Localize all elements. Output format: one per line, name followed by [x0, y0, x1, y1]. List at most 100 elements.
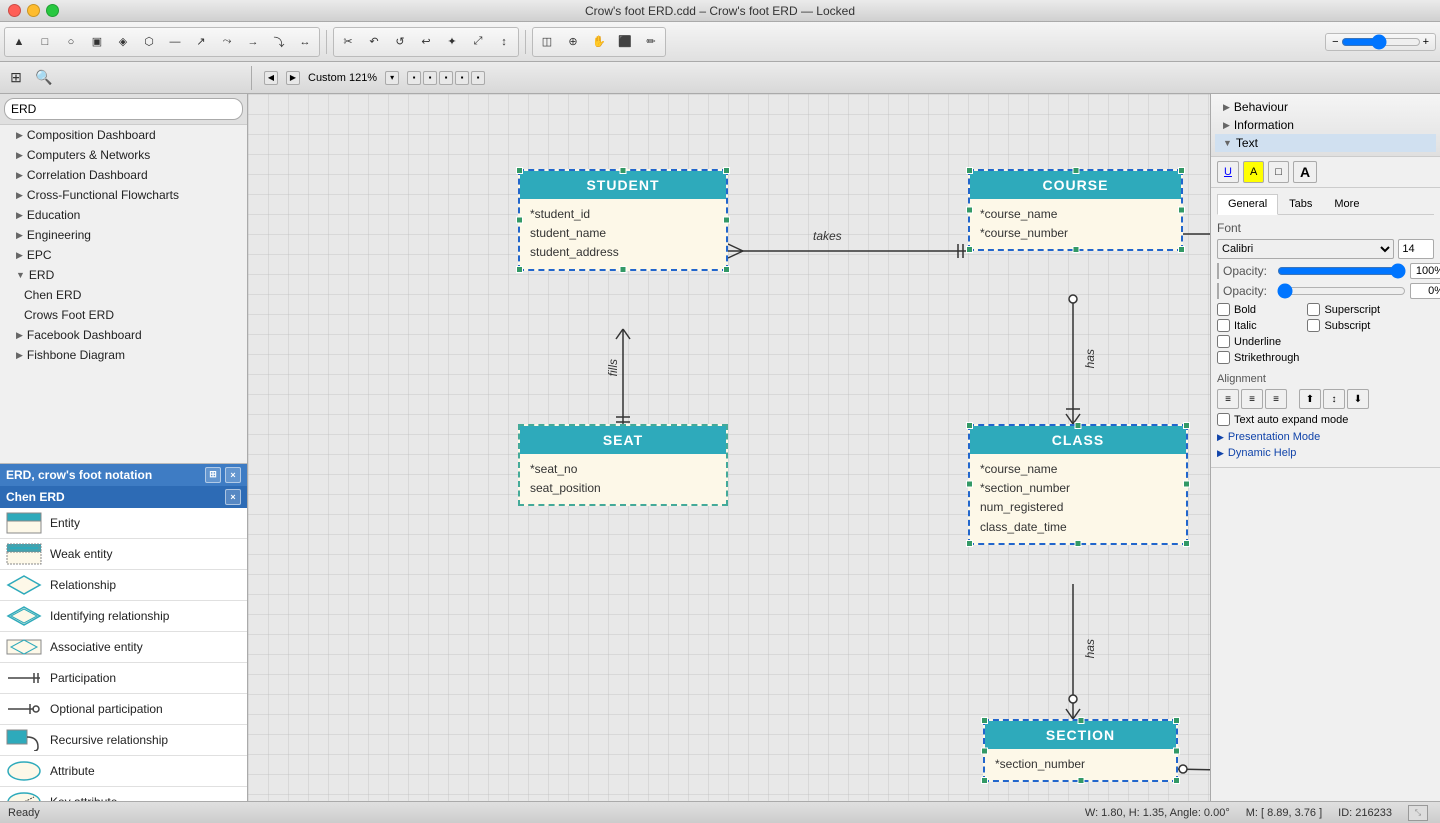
page-size-1[interactable]: ▪ — [407, 71, 421, 85]
redo-tool[interactable]: ↺ — [388, 30, 412, 54]
pages-tool[interactable]: ◫ — [535, 30, 559, 54]
expand-tool[interactable]: ⤢ — [466, 30, 490, 54]
text-bg-btn[interactable]: □ — [1268, 161, 1289, 183]
sidebar-item-crows-foot-erd[interactable]: Crows Foot ERD — [0, 305, 247, 325]
rotate-left[interactable]: ↩ — [414, 30, 438, 54]
color2-swatch[interactable] — [1217, 283, 1219, 299]
zoom-slider[interactable] — [1341, 34, 1421, 50]
tab-more[interactable]: More — [1323, 194, 1370, 214]
presentation-mode-link[interactable]: ▶ Presentation Mode — [1217, 429, 1434, 445]
entity-section[interactable]: SECTION *section_number — [983, 719, 1178, 782]
align-left-btn[interactable]: ≡ — [1217, 389, 1239, 409]
stencil-item-participation[interactable]: Participation — [0, 663, 247, 694]
stencil-item-entity[interactable]: Entity — [0, 508, 247, 539]
opacity2-slider[interactable] — [1277, 285, 1406, 297]
stencil-item-associative[interactable]: Associative entity — [0, 632, 247, 663]
select-tool[interactable]: ▲ — [7, 30, 31, 54]
stencil-item-recursive[interactable]: Recursive relationship — [0, 725, 247, 756]
stencil-item-key-attr[interactable]: Key attribute — [0, 787, 247, 802]
panel-tree-text[interactable]: ▼ Text — [1215, 134, 1436, 152]
cut-tool[interactable]: ✂ — [336, 30, 360, 54]
star-tool[interactable]: ✦ — [440, 30, 464, 54]
zoom-in-tool[interactable]: ⊕ — [561, 30, 585, 54]
minimize-button[interactable] — [27, 4, 40, 17]
underline-checkbox[interactable] — [1217, 335, 1230, 348]
sidebar-item-education[interactable]: ▶ Education — [0, 205, 247, 225]
shape-tool2[interactable]: ⬡ — [137, 30, 161, 54]
entity-seat[interactable]: SEAT *seat_noseat_position — [518, 424, 728, 506]
zoom-plus-icon[interactable]: + — [1423, 36, 1429, 48]
auto-expand-checkbox[interactable] — [1217, 413, 1230, 426]
strikethrough-checkbox[interactable] — [1217, 351, 1230, 364]
pan-tool[interactable]: ✋ — [587, 30, 611, 54]
page-size-3[interactable]: ▪ — [439, 71, 453, 85]
opacity2-value[interactable] — [1410, 283, 1440, 299]
zoom-minus-icon[interactable]: − — [1332, 36, 1338, 48]
search-input[interactable] — [4, 98, 243, 120]
zoom-dropdown-btn[interactable]: ▾ — [385, 71, 399, 85]
search-btn[interactable]: 🔍 — [32, 66, 56, 90]
page-next-btn[interactable]: ▶ — [286, 71, 300, 85]
stencil-item-weak-entity[interactable]: Weak entity — [0, 539, 247, 570]
maximize-button[interactable] — [46, 4, 59, 17]
print-tool[interactable]: ⬛ — [613, 30, 637, 54]
connector-tool2[interactable]: → — [241, 30, 265, 54]
superscript-checkbox[interactable] — [1307, 303, 1320, 316]
connector-tool1[interactable]: ⤳ — [215, 30, 239, 54]
stencil-item-relationship[interactable]: Relationship — [0, 570, 247, 601]
align-center-btn[interactable]: ≡ — [1241, 389, 1263, 409]
sidebar-item-facebook[interactable]: ▶ Facebook Dashboard — [0, 325, 247, 345]
entity-student[interactable]: STUDENT *student_idstudent_namestudent_a… — [518, 169, 728, 271]
sidebar-item-epc[interactable]: ▶ EPC — [0, 245, 247, 265]
sidebar-item-engineering[interactable]: ▶ Engineering — [0, 225, 247, 245]
pen-tool[interactable]: ✏ — [639, 30, 663, 54]
panel-tree-information[interactable]: ▶ Information — [1215, 116, 1436, 134]
align-top-btn[interactable]: ⬆ — [1299, 389, 1321, 409]
text-highlight-btn[interactable]: A — [1243, 161, 1264, 183]
entity-course[interactable]: COURSE *course_name*course_number — [968, 169, 1183, 251]
sidebar-item-crossfunc[interactable]: ▶ Cross-Functional Flowcharts — [0, 185, 247, 205]
italic-checkbox[interactable] — [1217, 319, 1230, 332]
resize-handle[interactable]: ⤡ — [1408, 805, 1428, 821]
subscript-checkbox[interactable] — [1307, 319, 1320, 332]
text-size-btn[interactable]: A — [1293, 161, 1317, 183]
page-size-5[interactable]: ▪ — [471, 71, 485, 85]
bold-checkbox[interactable] — [1217, 303, 1230, 316]
table-tool[interactable]: ▣ — [85, 30, 109, 54]
align-right-btn[interactable]: ≡ — [1265, 389, 1287, 409]
stencil-grid-btn[interactable]: ⊞ — [205, 467, 221, 483]
align-bottom-btn[interactable]: ⬇ — [1347, 389, 1369, 409]
page-size-4[interactable]: ▪ — [455, 71, 469, 85]
sidebar-item-computers[interactable]: ▶ Computers & Networks — [0, 145, 247, 165]
shape-tool1[interactable]: ◈ — [111, 30, 135, 54]
sidebar-item-composition[interactable]: ▶ Composition Dashboard — [0, 125, 247, 145]
opacity1-slider[interactable] — [1277, 265, 1406, 277]
page-size-2[interactable]: ▪ — [423, 71, 437, 85]
connector-tool3[interactable]: ⤵ — [267, 30, 291, 54]
stencil-item-attribute[interactable]: Attribute — [0, 756, 247, 787]
stencil-item-optional-part[interactable]: Optional participation — [0, 694, 247, 725]
stencil-item-identifying-rel[interactable]: Identifying relationship — [0, 601, 247, 632]
text-underline-style-btn[interactable]: U — [1217, 161, 1239, 183]
stencil-close-btn-2[interactable]: × — [225, 489, 241, 505]
opacity1-value[interactable] — [1410, 263, 1440, 279]
sidebar-item-erd[interactable]: ▼ ERD — [0, 265, 247, 285]
line-tool[interactable]: — — [163, 30, 187, 54]
align-middle-btn[interactable]: ↕ — [1323, 389, 1345, 409]
stencil-close-btn[interactable]: × — [225, 467, 241, 483]
flip-tool[interactable]: ↕ — [492, 30, 516, 54]
canvas[interactable]: takes fills has has teaches tea STUDENT … — [248, 94, 1210, 801]
tab-tabs[interactable]: Tabs — [1278, 194, 1323, 214]
font-size-input[interactable] — [1398, 239, 1434, 259]
color1-swatch[interactable] — [1217, 263, 1219, 279]
rect-tool[interactable]: □ — [33, 30, 57, 54]
close-button[interactable] — [8, 4, 21, 17]
entity-class[interactable]: CLASS *course_name*section_numbernum_reg… — [968, 424, 1188, 545]
arrow-tool[interactable]: ↗ — [189, 30, 213, 54]
font-family-select[interactable]: Calibri Arial Times New Roman — [1217, 239, 1394, 259]
ellipse-tool[interactable]: ○ — [59, 30, 83, 54]
tab-general[interactable]: General — [1217, 194, 1278, 215]
undo-tool[interactable]: ↶ — [362, 30, 386, 54]
sidebar-item-fishbone[interactable]: ▶ Fishbone Diagram — [0, 345, 247, 365]
grid-view-btn[interactable]: ⊞ — [4, 66, 28, 90]
